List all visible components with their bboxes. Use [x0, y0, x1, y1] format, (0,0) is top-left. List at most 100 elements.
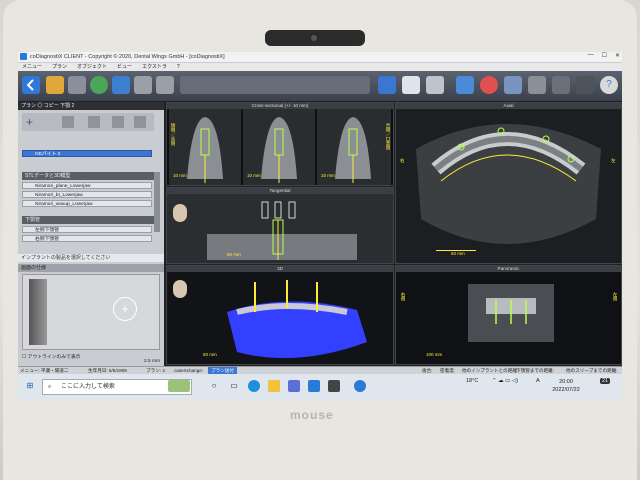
scale-label: 50 mm — [203, 352, 217, 357]
implant-add-icon[interactable] — [62, 116, 74, 128]
menu-help[interactable]: ? — [177, 63, 180, 71]
undo-icon[interactable] — [576, 76, 594, 94]
plus-icon[interactable]: + — [26, 115, 33, 129]
menu-plan[interactable]: プラン — [52, 63, 67, 71]
edge-icon[interactable] — [248, 380, 260, 392]
panoramic-view[interactable]: Panoramic 右側 左側 100 mm — [395, 265, 622, 365]
object-tree-panel: プラン ◎ コピー 下顎 2 + GEパイト 2 STLデータと3D模型 Nir… — [18, 102, 164, 366]
windows-start-icon[interactable]: ⊞ — [24, 380, 36, 392]
axial-image — [396, 109, 621, 263]
side-label-right: 左側 — [613, 292, 618, 301]
maximize-button[interactable]: ☐ — [602, 52, 607, 59]
head-orientation-icon[interactable] — [173, 204, 187, 222]
tree-item-stl[interactable]: Niramori_plane_Lowerjaw — [22, 182, 152, 189]
view-3d-icon[interactable] — [378, 76, 396, 94]
plan-header: プラン ◎ コピー 下顎 2 — [18, 102, 164, 110]
side-label-right: 舌側／口蓋側 — [386, 123, 391, 150]
scale-label: 10 mm — [173, 173, 187, 178]
menu-bar: メニュー プラン オブジェクト ビュー エクストラ ? — [18, 63, 622, 71]
news-widget-icon[interactable] — [168, 380, 190, 392]
export-icon[interactable] — [112, 76, 130, 94]
stl-section-header[interactable]: STLデータと3D模型 — [22, 172, 154, 180]
webcam — [265, 30, 365, 46]
mail-icon[interactable] — [308, 380, 320, 392]
weather[interactable]: 18°C — [466, 378, 478, 384]
arch-icon[interactable] — [426, 76, 444, 94]
layout-icon[interactable] — [456, 76, 474, 94]
scale-label: 10 mm — [247, 173, 261, 178]
app-icon[interactable] — [328, 380, 340, 392]
nerve-icon[interactable] — [480, 76, 498, 94]
side-label-left: 頬側／舌側 — [171, 123, 176, 146]
zoom-value: 2.5 mm — [144, 359, 160, 364]
preview-area: + — [22, 274, 160, 350]
side-label-left: 右側 — [401, 292, 406, 301]
cube-icon[interactable] — [402, 76, 420, 94]
tree-item-nerve[interactable]: 右側下顎管 — [22, 235, 152, 242]
stack-icon[interactable] — [68, 76, 86, 94]
scale-label: 50 mm — [227, 252, 241, 257]
help-icon[interactable]: ? — [600, 76, 618, 94]
file-explorer-icon[interactable] — [268, 380, 280, 392]
scale-bar — [436, 250, 476, 251]
menu-object[interactable]: オブジェクト — [77, 63, 107, 71]
minimize-button[interactable]: — — [588, 52, 594, 59]
tree-item-selected[interactable]: GEパイト 2 — [22, 150, 152, 157]
menu-view[interactable]: ビュー — [117, 63, 132, 71]
tangential-view[interactable]: Tangential 50 mm — [166, 187, 394, 264]
panel-tools: + — [22, 113, 154, 131]
window-title: coDiagnostiX CLIENT - Copyright © 2020, … — [30, 54, 225, 60]
task-view-icon[interactable]: ○ — [208, 380, 220, 392]
edit-icon[interactable] — [88, 116, 100, 128]
scale-label: 100 mm — [426, 352, 443, 357]
side-label-left: 右 — [400, 158, 405, 163]
multitask-icon[interactable]: ▭ — [228, 380, 240, 392]
globe-icon[interactable] — [90, 76, 108, 94]
scale-label: 50 mm — [451, 251, 465, 256]
axial-view[interactable]: Axial 右 左 50 mm — [395, 102, 622, 264]
cross-sectional-view[interactable]: Cross-sectional (+/- 10 mm) 10 mm 10 mm … — [166, 102, 394, 186]
delete-icon[interactable] — [134, 116, 146, 128]
tree-item-stl[interactable]: Niramori_waxup_Lowerjaw — [22, 200, 152, 207]
head-orientation-icon[interactable] — [173, 280, 187, 298]
3d-view[interactable]: 3D 50 mm — [166, 265, 394, 365]
back-arrow-icon[interactable] — [22, 76, 40, 94]
panoramic-image — [396, 272, 621, 364]
tangential-image — [167, 194, 393, 263]
panel-scrollbar[interactable] — [154, 172, 160, 232]
add-circle-icon[interactable]: + — [113, 297, 137, 321]
clock-time: 20:00 — [559, 379, 573, 385]
cross-section-images — [169, 109, 391, 185]
preview-image — [29, 279, 47, 345]
folder-icon[interactable] — [46, 76, 64, 94]
measure-icon[interactable] — [156, 76, 174, 94]
outline-checkbox[interactable]: ☐ アウトラインのみで表示 — [22, 353, 80, 360]
menu-extra[interactable]: エクストラ — [142, 63, 167, 71]
app-icon — [20, 53, 27, 60]
tooth-icon[interactable] — [504, 76, 522, 94]
codiagnostix-taskbar-icon[interactable] — [354, 380, 366, 392]
clock[interactable]: 20:00 2022/07/22 — [546, 378, 586, 394]
screen: coDiagnostiX CLIENT - Copyright © 2020, … — [18, 52, 622, 400]
menu-main[interactable]: メニュー — [22, 63, 42, 71]
ime-indicator[interactable]: A — [536, 378, 540, 384]
3d-model — [167, 272, 393, 364]
brand-logo: mouse — [290, 408, 334, 422]
guide-add-icon[interactable] — [112, 116, 124, 128]
toolbar: ? — [18, 71, 622, 101]
guide-icon[interactable] — [552, 76, 570, 94]
sleeve-icon[interactable] — [528, 76, 546, 94]
tree-item-nerve[interactable]: 左側下顎管 — [22, 226, 152, 233]
segment-tool-strip[interactable] — [180, 76, 370, 94]
implant-tool-icon[interactable] — [134, 76, 152, 94]
tree-item-stl[interactable]: Niramori_bt_Lowerjaw — [22, 191, 152, 198]
window-controls: — ☐ ✕ — [588, 52, 620, 59]
close-button[interactable]: ✕ — [615, 52, 620, 59]
tray-icons[interactable]: ⌃ ☁ ▭ ◁) — [492, 378, 518, 384]
nerve-section-header[interactable]: 下顎管 — [22, 216, 154, 224]
title-bar: coDiagnostiX CLIENT - Copyright © 2020, … — [18, 52, 622, 63]
store-icon[interactable] — [288, 380, 300, 392]
notification-badge[interactable]: 21 — [600, 378, 611, 384]
side-label-right: 左 — [611, 158, 616, 163]
preview-header: 画面の仕様 — [18, 264, 164, 272]
